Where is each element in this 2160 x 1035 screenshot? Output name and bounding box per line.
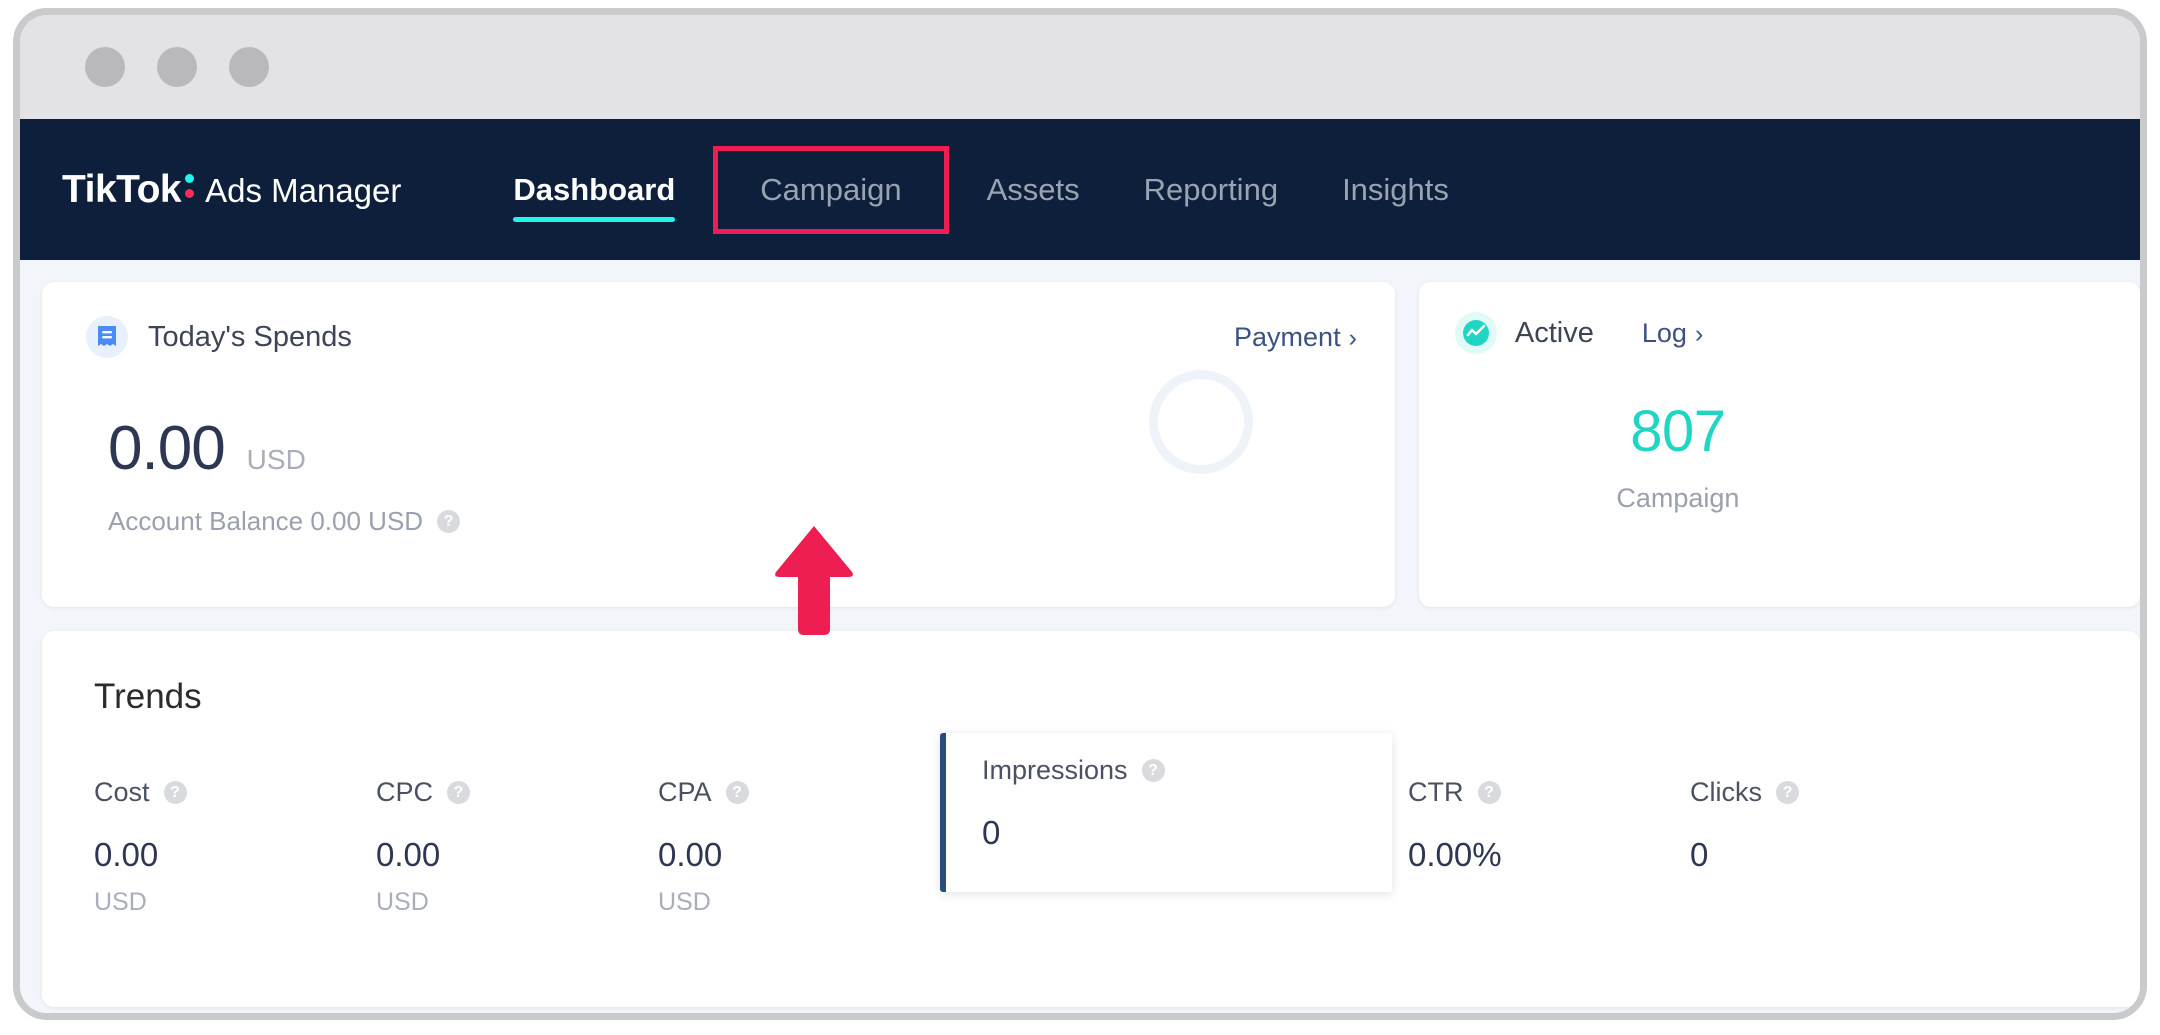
nav-item-insights-label: Insights bbox=[1342, 171, 1449, 207]
metric-impressions-value: 0 bbox=[982, 814, 1001, 851]
help-icon[interactable]: ? bbox=[163, 781, 187, 804]
trends-panel: Trends Cost ? 0.00 USD CPC ? 0.00 USD CP… bbox=[42, 631, 2140, 1007]
active-tab-underline bbox=[513, 216, 676, 222]
metric-ctr[interactable]: CTR ? 0.00% bbox=[1408, 755, 1690, 874]
trends-title: Trends bbox=[94, 677, 202, 716]
account-balance-row: Account Balance 0.00 USD ? bbox=[108, 506, 1357, 537]
metric-cost-label: Cost bbox=[94, 777, 150, 807]
nav-item-campaign[interactable]: Campaign bbox=[713, 145, 949, 234]
metric-clicks-value: 0 bbox=[1690, 836, 1709, 873]
log-link[interactable]: Log › bbox=[1642, 318, 1703, 349]
account-balance-text: Account Balance 0.00 USD bbox=[108, 506, 424, 536]
logo-wordmark: TikTok bbox=[62, 167, 182, 211]
payment-link[interactable]: Payment › bbox=[1234, 322, 1357, 353]
help-icon[interactable]: ? bbox=[1141, 759, 1165, 782]
browser-window: TikTok Ads Manager Dashboard Campaign As… bbox=[13, 8, 2147, 1020]
help-icon[interactable]: ? bbox=[447, 781, 471, 804]
metric-impressions[interactable]: Impressions ? 0 bbox=[940, 733, 1392, 892]
metric-cpc-unit: USD bbox=[376, 888, 429, 916]
top-navigation-bar: TikTok Ads Manager Dashboard Campaign As… bbox=[20, 119, 2140, 260]
account-status-card: Active Log › 807 Campaign bbox=[1418, 282, 2140, 607]
nav-item-campaign-label: Campaign bbox=[760, 171, 902, 207]
status-label: Active bbox=[1514, 316, 1594, 349]
annotation-arrow-up-icon bbox=[775, 526, 853, 635]
minimize-dot[interactable] bbox=[157, 47, 197, 87]
metric-cost-value: 0.00 bbox=[94, 836, 159, 873]
nav-item-dashboard-label: Dashboard bbox=[513, 171, 676, 207]
metric-cpc-value: 0.00 bbox=[376, 836, 441, 873]
trends-metrics-row: Cost ? 0.00 USD CPC ? 0.00 USD CPA ? 0.0… bbox=[94, 733, 2140, 917]
spend-amount-value: 0.00 bbox=[108, 414, 226, 483]
pulse-icon bbox=[1454, 312, 1497, 354]
spends-card-header: Today's Spends bbox=[86, 316, 1357, 358]
nav-item-insights[interactable]: Insights bbox=[1310, 146, 1481, 234]
metric-ctr-label: CTR bbox=[1408, 777, 1464, 807]
nav-item-assets-label: Assets bbox=[986, 171, 1080, 207]
maximize-dot[interactable] bbox=[229, 47, 269, 87]
metric-cpa-label: CPA bbox=[658, 777, 712, 807]
nav-items: Dashboard Campaign Assets Reporting Insi… bbox=[481, 145, 1481, 234]
logo-subtitle: Ads Manager bbox=[205, 171, 402, 209]
nav-item-reporting[interactable]: Reporting bbox=[1112, 146, 1310, 234]
help-icon[interactable]: ? bbox=[1477, 781, 1501, 804]
chevron-right-icon: › bbox=[1694, 319, 1704, 348]
log-link-label: Log bbox=[1641, 317, 1687, 348]
campaign-count-block: 807 Campaign bbox=[1455, 398, 1901, 514]
metric-cpc-label: CPC bbox=[376, 777, 434, 807]
todays-spends-card: Today's Spends Payment › 0.00 USD Account… bbox=[42, 282, 1395, 607]
nav-item-assets[interactable]: Assets bbox=[955, 146, 1112, 234]
metric-clicks[interactable]: Clicks ? 0 bbox=[1690, 755, 1972, 874]
close-dot[interactable] bbox=[85, 47, 125, 87]
spends-card-title: Today's Spends bbox=[148, 320, 352, 353]
campaign-count-value: 807 bbox=[1630, 399, 1726, 464]
dashboard-page-body: Today's Spends Payment › 0.00 USD Account… bbox=[20, 260, 2140, 1013]
campaign-count-caption: Campaign bbox=[1616, 483, 1740, 513]
metric-clicks-label: Clicks bbox=[1690, 777, 1762, 807]
help-icon[interactable]: ? bbox=[725, 781, 749, 804]
metric-cpc[interactable]: CPC ? 0.00 USD bbox=[376, 755, 658, 917]
help-icon[interactable]: ? bbox=[437, 510, 461, 533]
tiktok-ads-manager-logo[interactable]: TikTok Ads Manager bbox=[62, 168, 401, 212]
help-icon[interactable]: ? bbox=[1776, 781, 1799, 804]
nav-item-reporting-label: Reporting bbox=[1143, 171, 1279, 207]
payment-link-label: Payment bbox=[1234, 322, 1341, 352]
metric-ctr-value: 0.00% bbox=[1408, 836, 1502, 873]
logo-colon-icon bbox=[183, 172, 196, 202]
spend-donut-chart bbox=[1148, 370, 1253, 474]
metric-impressions-label: Impressions bbox=[982, 755, 1128, 785]
metric-cpa-unit: USD bbox=[658, 888, 711, 916]
chevron-right-icon: › bbox=[1348, 324, 1357, 352]
nav-item-dashboard[interactable]: Dashboard bbox=[481, 146, 707, 234]
metric-cpa-value: 0.00 bbox=[658, 836, 723, 873]
metric-cost[interactable]: Cost ? 0.00 USD bbox=[94, 755, 376, 917]
status-card-header: Active Log › bbox=[1454, 312, 2140, 354]
metric-cpa[interactable]: CPA ? 0.00 USD bbox=[658, 755, 940, 917]
summary-cards-row: Today's Spends Payment › 0.00 USD Account… bbox=[42, 282, 2140, 607]
receipt-icon bbox=[86, 316, 128, 358]
browser-titlebar bbox=[20, 15, 2140, 119]
spend-amount-currency: USD bbox=[246, 444, 306, 475]
metric-cost-unit: USD bbox=[94, 888, 147, 916]
